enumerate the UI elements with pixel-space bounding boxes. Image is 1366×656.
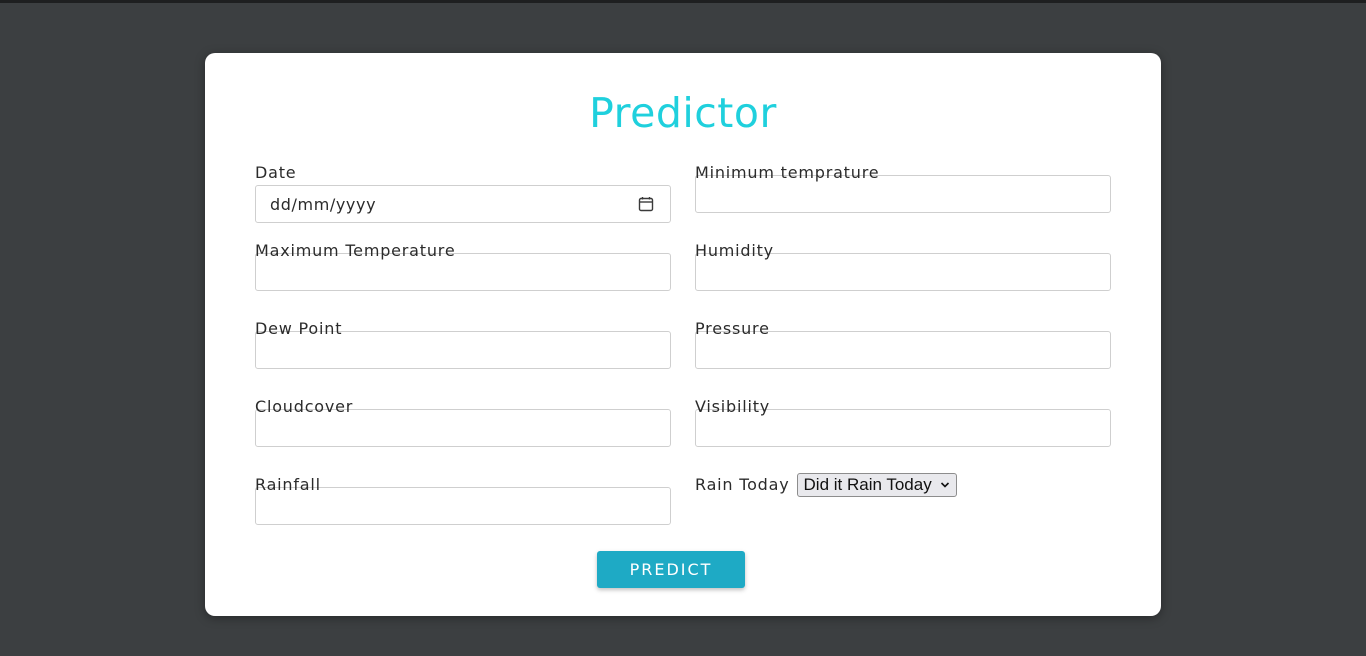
date-field-group: Date dd/mm/yyyy (255, 163, 671, 223)
top-border (0, 0, 1366, 3)
predict-button[interactable]: PREDICT (597, 551, 745, 588)
visibility-field-group: Visibility (695, 397, 1111, 447)
dew-point-field-group: Dew Point (255, 319, 671, 369)
humidity-field-group: Humidity (695, 241, 1111, 291)
min-temp-field-group: Minimum temprature (695, 163, 1111, 213)
rain-today-label: Rain Today (695, 475, 790, 494)
predictor-card: Predictor Date dd/mm/yyyy Minimum tempra… (205, 53, 1161, 616)
max-temp-field-group: Maximum Temperature (255, 241, 671, 291)
cloudcover-field-group: Cloudcover (255, 397, 671, 447)
rain-today-selected-value: Did it Rain Today (803, 475, 932, 494)
page-title: Predictor (589, 89, 777, 137)
date-placeholder: dd/mm/yyyy (270, 194, 377, 214)
date-input[interactable]: dd/mm/yyyy (255, 185, 671, 223)
rain-today-select[interactable]: Did it Rain Today (796, 473, 957, 497)
date-label: Date (255, 163, 297, 182)
rain-today-group: Rain Today Did it Rain Today (695, 473, 957, 497)
pressure-field-group: Pressure (695, 319, 1111, 369)
chevron-down-icon (940, 482, 949, 488)
rainfall-field-group: Rainfall (255, 475, 671, 525)
calendar-icon[interactable] (638, 196, 654, 212)
